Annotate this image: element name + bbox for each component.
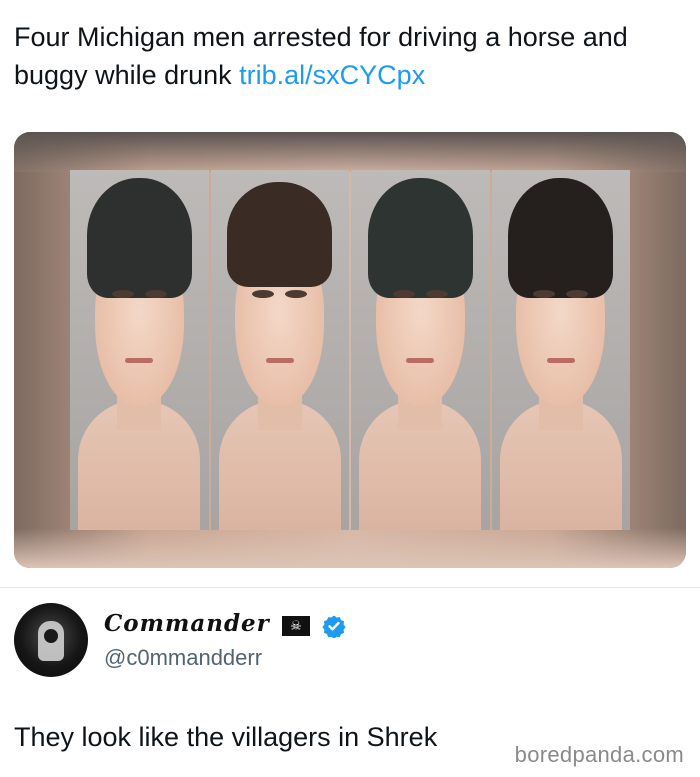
- mugshot-photo: [351, 170, 490, 530]
- verified-badge-icon: [322, 615, 346, 638]
- user-handle[interactable]: @c0mmandderr: [104, 645, 262, 671]
- mugshot-photo: [70, 170, 209, 530]
- divider: [0, 587, 700, 588]
- media-blur-top: [14, 132, 686, 172]
- mugshot-photo: [210, 170, 349, 530]
- display-name[interactable]: Commander: [104, 610, 270, 637]
- mugshot-photo: [491, 170, 630, 530]
- mugshot-row: [70, 170, 630, 530]
- media-blur-bottom: [14, 528, 686, 568]
- tweet-text: Four Michigan men arrested for driving a…: [14, 18, 686, 94]
- watermark: boredpanda.com: [514, 742, 684, 767]
- pirate-flag-icon: ☠: [282, 616, 310, 636]
- tweet-media[interactable]: [14, 132, 686, 568]
- avatar[interactable]: [14, 603, 88, 677]
- reply-text: They look like the villagers in Shrek: [14, 722, 438, 752]
- tweet-link[interactable]: trib.al/sxCYCpx: [239, 60, 425, 90]
